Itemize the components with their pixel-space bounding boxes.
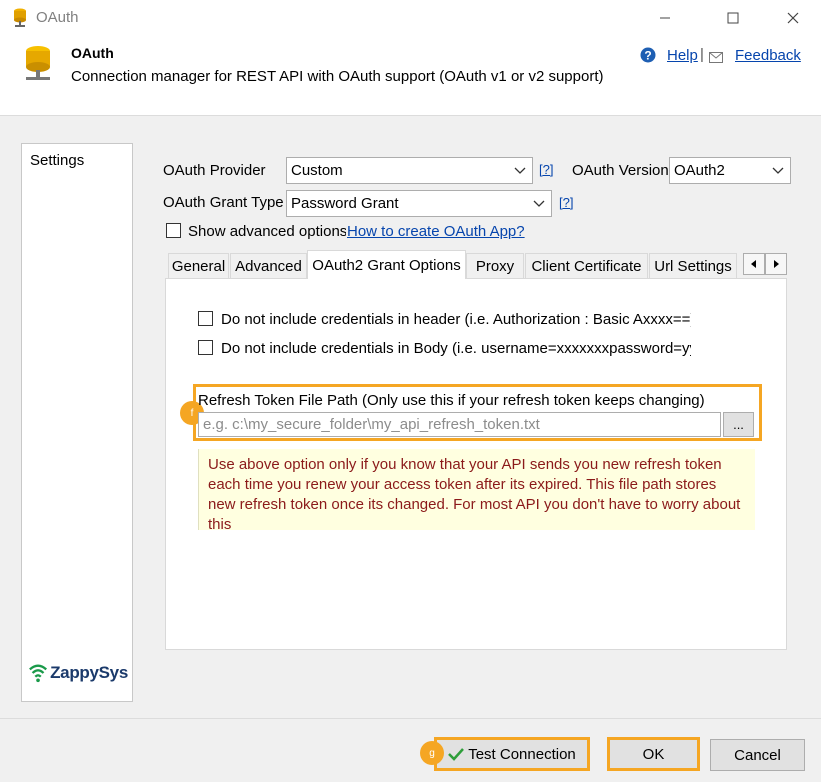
refresh-token-label: Refresh Token File Path (Only use this i…	[198, 392, 705, 409]
test-connection-label: Test Connection	[468, 745, 576, 763]
refresh-token-file-input[interactable]: e.g. c:\my_secure_folder\my_api_refresh_…	[198, 412, 721, 437]
oauth-version-value: OAuth2	[674, 162, 725, 179]
refresh-token-placeholder: e.g. c:\my_secure_folder\my_api_refresh_…	[203, 416, 540, 433]
header-title: OAuth	[71, 45, 114, 61]
logo-text: ZappySys	[50, 663, 128, 682]
tab-scroll-left-button[interactable]	[743, 253, 765, 275]
separator: |	[700, 46, 704, 63]
database-icon	[22, 45, 54, 83]
database-icon	[12, 8, 28, 28]
create-oauth-app-link[interactable]: How to create OAuth App?	[347, 223, 525, 240]
title-bar	[0, 0, 821, 36]
tab-proxy[interactable]: Proxy	[466, 253, 524, 278]
oauth-provider-select[interactable]: Custom	[286, 157, 533, 184]
oauth-provider-label: OAuth Provider	[163, 162, 266, 179]
no-cred-body-checkbox[interactable]	[198, 340, 213, 355]
ok-button[interactable]: OK	[607, 737, 700, 771]
close-icon	[787, 12, 799, 24]
window-title: OAuth	[36, 9, 79, 26]
help-icon[interactable]: ?	[640, 47, 656, 63]
oauth-grant-type-select[interactable]: Password Grant	[286, 190, 552, 217]
grant-help-link[interactable]: [?]	[559, 195, 573, 210]
chevron-down-icon	[772, 167, 784, 174]
help-link[interactable]: Help	[667, 47, 698, 64]
checkmark-icon	[448, 748, 465, 761]
oauth-version-label: OAuth Version	[572, 162, 669, 179]
tab-advanced[interactable]: Advanced	[230, 253, 307, 278]
arrow-right-icon	[774, 260, 779, 268]
tab-scroll-right-button[interactable]	[765, 253, 787, 275]
svg-text:?: ?	[644, 49, 651, 63]
oauth-version-select[interactable]: OAuth2	[669, 157, 791, 184]
step-badge-g: g	[420, 741, 444, 765]
cancel-button[interactable]: Cancel	[710, 739, 805, 771]
zappysys-logo: ZappySys	[28, 660, 128, 686]
header-description: Connection manager for REST API with OAu…	[71, 68, 604, 85]
tab-url-settings[interactable]: Url Settings	[649, 253, 737, 278]
no-cred-header-label: Do not include credentials in header (i.…	[221, 311, 691, 328]
feedback-link[interactable]: Feedback	[735, 47, 801, 64]
show-advanced-label: Show advanced options	[188, 223, 346, 240]
close-button[interactable]	[770, 0, 816, 36]
arrow-left-icon	[751, 260, 756, 268]
wifi-logo-icon	[29, 664, 48, 683]
no-cred-body-label: Do not include credentials in Body (i.e.…	[221, 340, 691, 357]
chevron-down-icon	[514, 167, 526, 174]
tab-client-certificate[interactable]: Client Certificate	[525, 253, 648, 278]
tab-general[interactable]: General	[168, 253, 229, 278]
refresh-token-note: Use above option only if you know that y…	[198, 449, 755, 533]
minimize-icon	[660, 17, 670, 19]
show-advanced-checkbox[interactable]	[166, 223, 181, 238]
chevron-down-icon	[533, 200, 545, 207]
maximize-button[interactable]	[710, 0, 756, 36]
maximize-icon	[727, 12, 739, 24]
browse-button[interactable]: ...	[723, 412, 754, 437]
settings-nav-panel: Settings ZappySys	[21, 143, 133, 702]
minimize-button[interactable]	[642, 0, 688, 36]
mail-icon	[709, 50, 723, 63]
provider-help-link[interactable]: [?]	[539, 162, 553, 177]
no-cred-header-checkbox[interactable]	[198, 311, 213, 326]
oauth-grant-type-label: OAuth Grant Type	[163, 194, 284, 211]
oauth-provider-value: Custom	[291, 162, 343, 179]
sidebar-item-settings[interactable]: Settings	[30, 152, 84, 169]
test-connection-button[interactable]: Test Connection	[434, 737, 590, 771]
tab-oauth2-grant-options[interactable]: OAuth2 Grant Options	[307, 250, 466, 279]
oauth-grant-type-value: Password Grant	[291, 195, 399, 212]
